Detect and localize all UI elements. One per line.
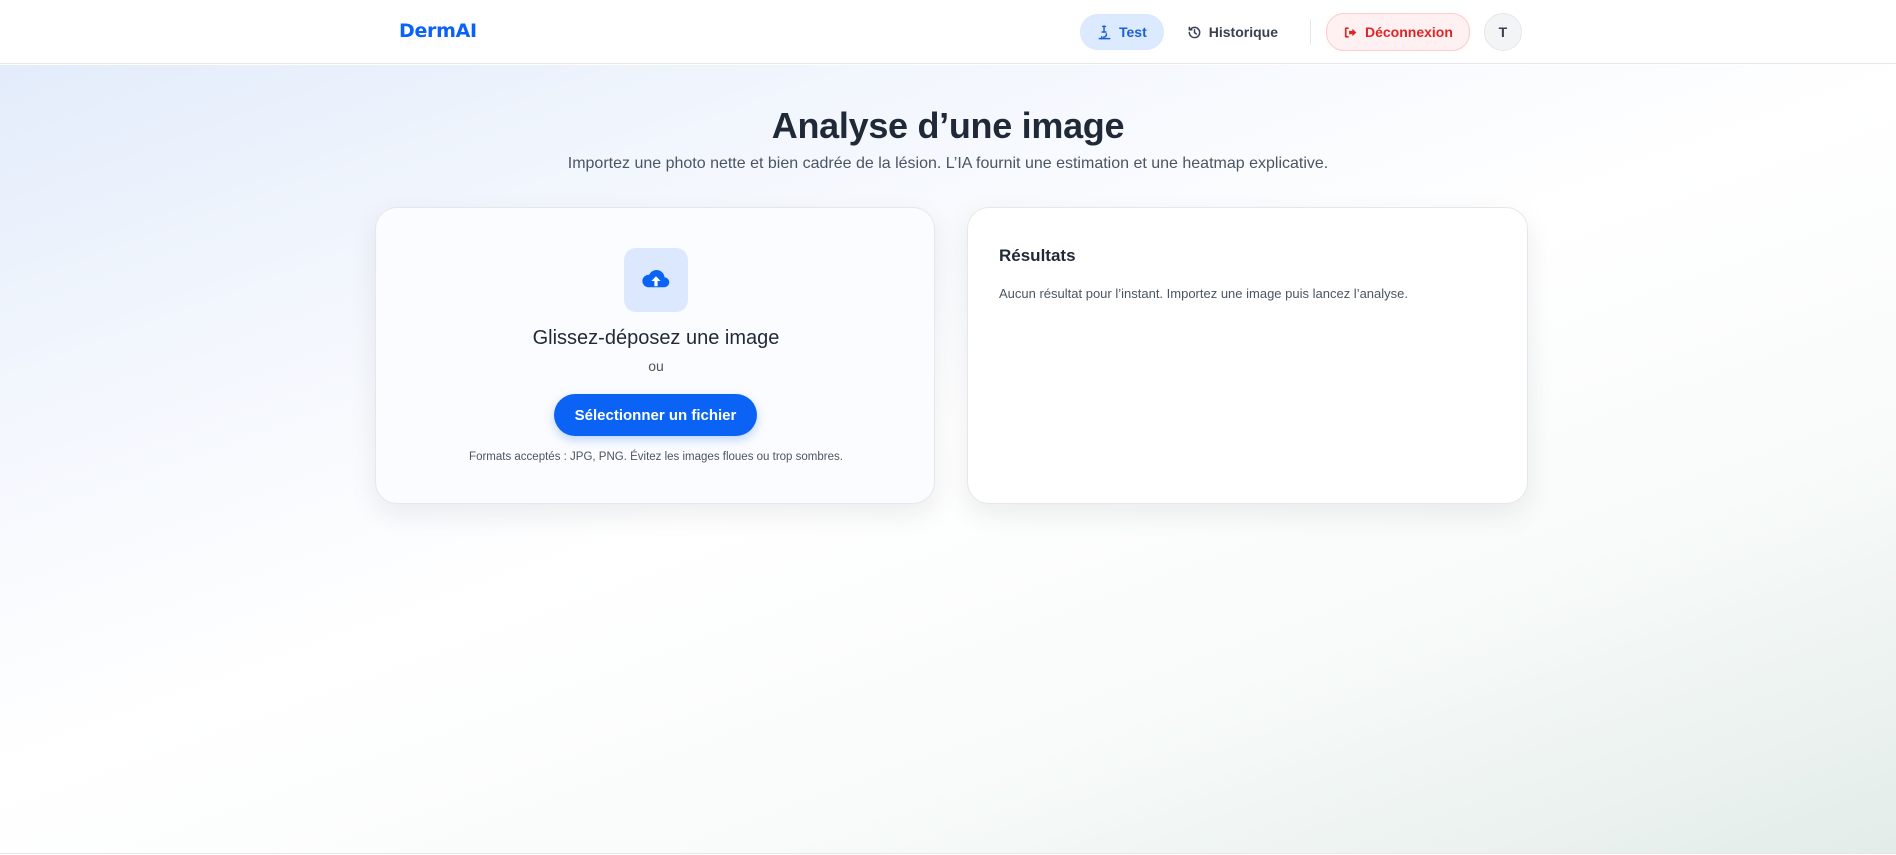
nav-history-label: Historique: [1208, 24, 1278, 40]
microscope-icon: [1097, 25, 1112, 40]
results-empty-message: Aucun résultat pour l’instant. Importez …: [999, 286, 1408, 301]
logout-label: Déconnexion: [1364, 24, 1453, 40]
sign-out-icon: [1343, 25, 1358, 40]
logout-button[interactable]: Déconnexion: [1325, 13, 1470, 51]
cloud-upload-icon: [624, 248, 688, 312]
page-subtitle: Importez une photo nette et bien cadrée …: [567, 155, 1329, 172]
nav-history-button[interactable]: Historique: [1170, 14, 1295, 50]
nav-test-button[interactable]: Test: [1080, 14, 1164, 50]
select-file-button[interactable]: Sélectionner un fichier: [554, 394, 757, 436]
results-title: Résultats: [999, 246, 1076, 265]
history-icon: [1187, 25, 1202, 40]
footer-divider: [0, 853, 1896, 854]
formats-note: Formats acceptés : JPG, PNG. Évitez les …: [469, 451, 843, 463]
main-content: Analyse d’une image Importez une photo n…: [0, 65, 1896, 853]
nav-divider: [1309, 19, 1311, 45]
results-panel: Résultats Aucun résultat pour l’instant.…: [967, 207, 1528, 504]
user-avatar[interactable]: T: [1483, 13, 1522, 51]
drop-title: Glissez-déposez une image: [532, 327, 780, 349]
page-title: Analyse d’une image: [771, 105, 1125, 146]
drop-or-text: ou: [648, 358, 664, 374]
top-navbar: DermAI Test Historique Déconnexion T: [0, 0, 1896, 64]
app-logo[interactable]: DermAI: [399, 20, 477, 42]
nav-bar: Test Historique Déconnexion T: [1080, 0, 1522, 64]
upload-dropzone[interactable]: Glissez-déposez une image ou Sélectionne…: [375, 207, 935, 504]
nav-test-label: Test: [1119, 24, 1147, 40]
